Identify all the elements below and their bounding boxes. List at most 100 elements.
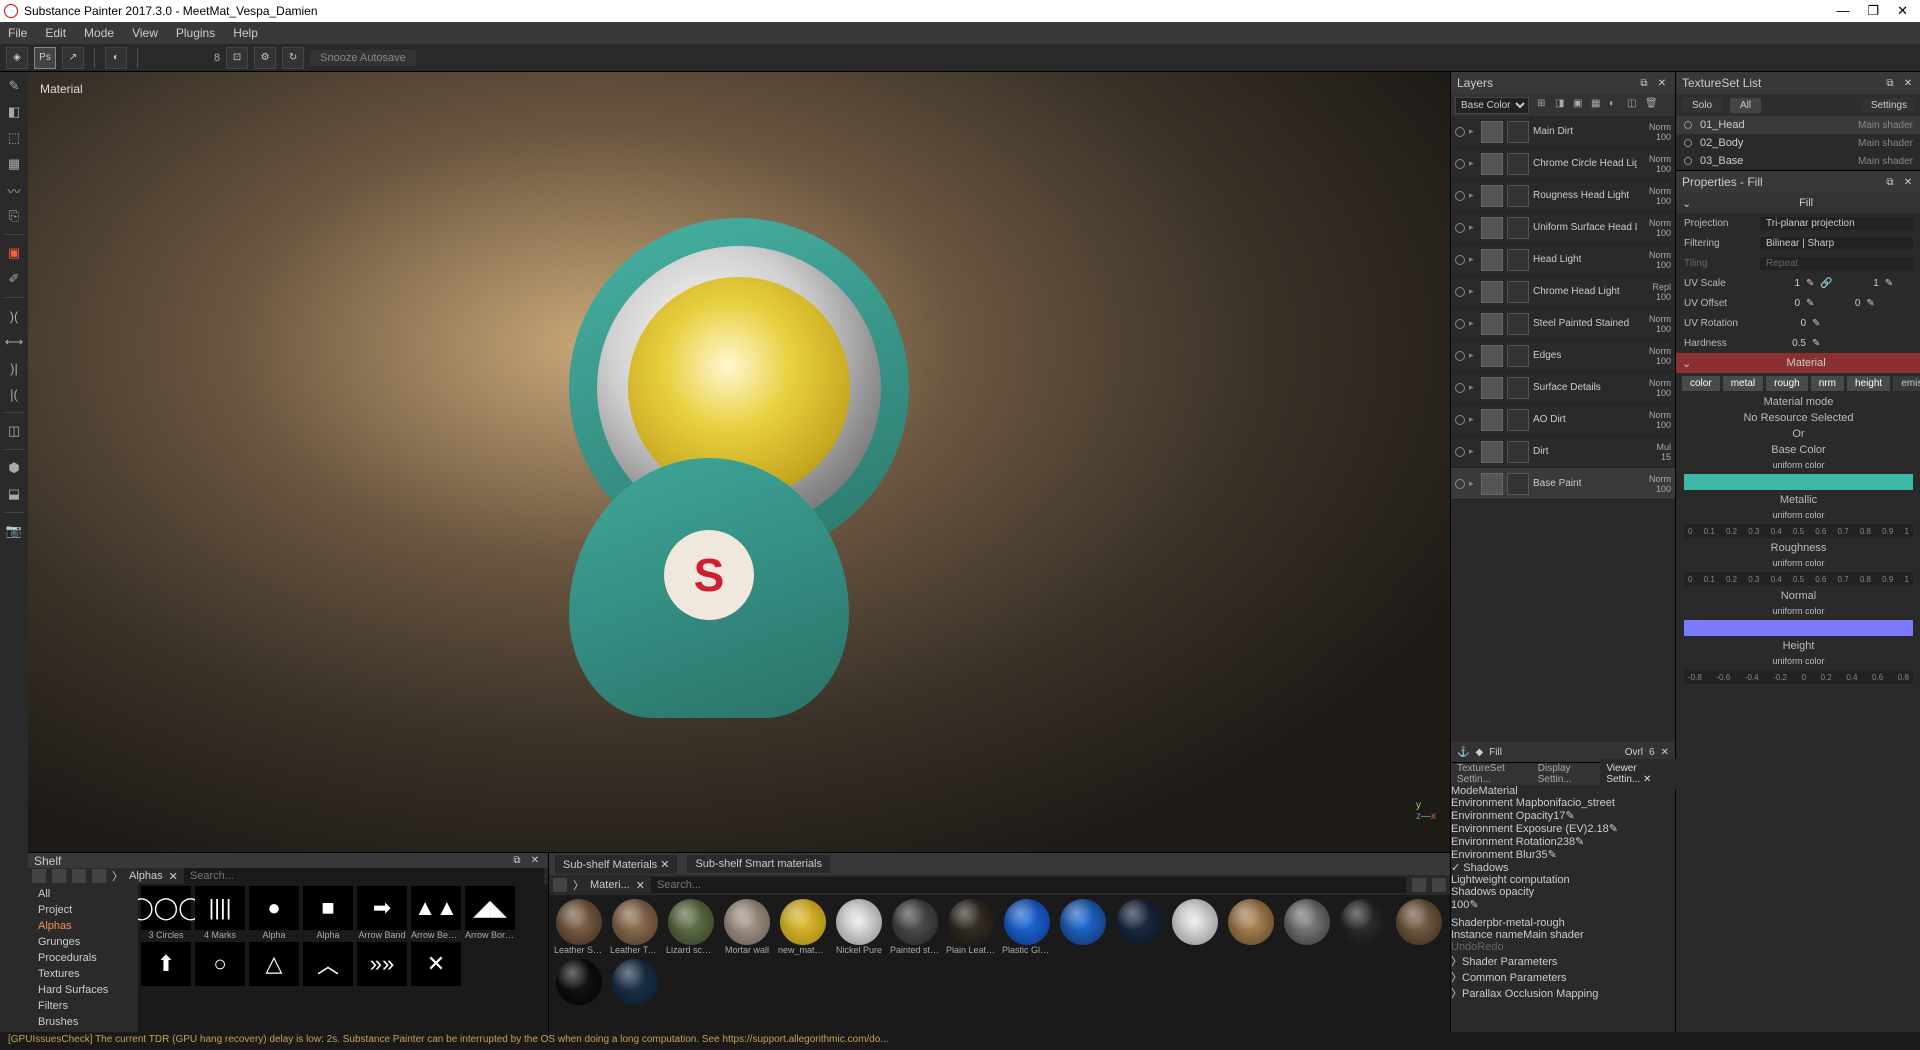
import-icon[interactable]	[1412, 878, 1426, 892]
visibility-icon[interactable]	[1455, 223, 1465, 233]
eraser-tool-icon[interactable]: ◧	[4, 102, 24, 122]
popout-icon[interactable]: ⧉	[510, 854, 524, 868]
material-item[interactable]: Mortar wall	[721, 899, 773, 955]
material-item[interactable]	[1113, 899, 1165, 955]
close-icon[interactable]: ✕	[1661, 747, 1669, 758]
filtering-select[interactable]: Bilinear | Sharp	[1760, 237, 1913, 250]
list-view-icon[interactable]	[52, 869, 66, 883]
layer-row[interactable]: ▸EdgesNorm100	[1451, 340, 1675, 372]
smudge-tool-icon[interactable]: 〰	[4, 180, 24, 200]
projection-tool-icon[interactable]: ⬚	[4, 128, 24, 148]
visibility-icon[interactable]	[1455, 351, 1465, 361]
visibility-icon[interactable]	[1455, 479, 1465, 489]
solo-button[interactable]: Solo	[1682, 98, 1722, 113]
popout-icon[interactable]: ⧉	[1883, 76, 1897, 90]
material-item[interactable]	[1225, 899, 1277, 955]
parallax-header[interactable]: 〉Parallax Occlusion Mapping	[1451, 985, 1676, 1001]
layer-row[interactable]: ▸Chrome Head LightRepl100	[1451, 276, 1675, 308]
clone-tool-icon[interactable]: ⎘	[4, 206, 24, 226]
add-layer-icon[interactable]: ◫	[1627, 98, 1641, 112]
tool-export-icon[interactable]: ↗	[62, 47, 84, 69]
export-icon[interactable]: ⬓	[4, 484, 24, 504]
material-item[interactable]: Nickel Pure	[833, 899, 885, 955]
alpha-item[interactable]: ||||4 Marks	[194, 886, 246, 940]
env-exposure-input[interactable]: 2.18	[1587, 823, 1608, 835]
material-item[interactable]: Lizard scales	[665, 899, 717, 955]
menu-help[interactable]: Help	[233, 26, 258, 40]
tool-photoshop-icon[interactable]: Ps	[34, 47, 56, 69]
options-icon[interactable]	[1432, 878, 1446, 892]
material-item[interactable]: Leather Soft...	[553, 899, 605, 955]
channel-select[interactable]: Base Color	[1455, 97, 1529, 114]
paint-tool-icon[interactable]: ✎	[4, 76, 24, 96]
shelf-cat-filters[interactable]: Filters	[28, 998, 138, 1014]
mirror-x-icon[interactable]: )|	[4, 358, 24, 378]
material-item[interactable]	[1337, 899, 1389, 955]
tab-subshelf-smart[interactable]: Sub-shelf Smart materials	[687, 855, 830, 873]
material-item[interactable]	[609, 959, 661, 1005]
normal-swatch[interactable]	[1684, 620, 1913, 636]
chip-metal[interactable]: metal	[1723, 376, 1763, 391]
popout-icon[interactable]: ⧉	[1637, 76, 1651, 90]
pencil-icon[interactable]: ✎	[1469, 899, 1478, 911]
material-item[interactable]: Painted steel	[889, 899, 941, 955]
metallic-slider[interactable]: 00.10.20.30.40.50.60.70.80.91	[1684, 524, 1913, 538]
pencil-icon[interactable]: ✎	[1575, 836, 1584, 848]
visibility-icon[interactable]	[1455, 287, 1465, 297]
clear-filter-icon[interactable]: ✕	[169, 870, 178, 883]
delete-layer-icon[interactable]: 🗑	[1645, 98, 1659, 112]
pencil-icon[interactable]: ✎	[1812, 318, 1820, 329]
pencil-icon[interactable]: ✎	[1812, 338, 1820, 349]
layer-row[interactable]: ▸Main DirtNorm100	[1451, 116, 1675, 148]
shelf-cat-textures[interactable]: Textures	[28, 966, 138, 982]
tab-subshelf-materials[interactable]: Sub-shelf Materials ✕	[555, 855, 677, 874]
menu-file[interactable]: File	[8, 26, 27, 40]
shelf-cat-procedurals[interactable]: Procedurals	[28, 950, 138, 966]
quick-mask-icon[interactable]: )(	[4, 306, 24, 326]
material-item[interactable]: new_materia...	[777, 899, 829, 955]
link-icon[interactable]: 🔗	[1820, 278, 1832, 289]
subshelf-search-input[interactable]	[651, 877, 1406, 893]
pencil-icon[interactable]: ✎	[1806, 278, 1814, 289]
close-icon[interactable]: ✕	[660, 859, 669, 871]
material-item[interactable]	[1057, 899, 1109, 955]
visibility-icon[interactable]	[1455, 447, 1465, 457]
viewport-3d[interactable]: Material S yz—x	[28, 72, 1450, 852]
chip-emiss[interactable]: emiss	[1893, 376, 1920, 391]
add-fill-icon[interactable]: ▦	[1591, 98, 1605, 112]
alpha-item[interactable]: ⬆	[140, 942, 192, 986]
close-icon[interactable]: ✕	[636, 879, 645, 892]
chip-nrm[interactable]: nrm	[1811, 376, 1844, 391]
visibility-icon[interactable]	[1455, 191, 1465, 201]
env-blur-input[interactable]: 35	[1535, 849, 1547, 861]
pencil-icon[interactable]: ✎	[1806, 298, 1814, 309]
alpha-item[interactable]: ︿	[302, 942, 354, 986]
material-section-header[interactable]: ⌄Material	[1676, 353, 1920, 373]
alpha-item[interactable]: ▲▲Arrow Bend ...	[410, 886, 462, 940]
alpha-item[interactable]: ➡Arrow Band	[356, 886, 408, 940]
detail-view-icon[interactable]	[72, 869, 86, 883]
alpha-item[interactable]: △	[248, 942, 300, 986]
shadows-checkbox[interactable]: ✓	[1451, 862, 1460, 874]
perspective-icon[interactable]: ◫	[4, 421, 24, 441]
filter-icon[interactable]	[92, 869, 106, 883]
undo-button[interactable]: Undo	[1451, 941, 1477, 953]
basecolor-swatch[interactable]	[1684, 474, 1913, 490]
material-item[interactable]: Leather Tou...	[609, 899, 661, 955]
uvscale-x[interactable]: 1	[1760, 278, 1800, 289]
layer-row[interactable]: ▸DirtMul15	[1451, 436, 1675, 468]
chip-color[interactable]: color	[1682, 376, 1720, 391]
menu-mode[interactable]: Mode	[84, 26, 114, 40]
close-button[interactable]: ✕	[1897, 3, 1908, 19]
material-item[interactable]: Plain Leather	[945, 899, 997, 955]
uvoffset-y[interactable]: 0	[1820, 298, 1860, 309]
pencil-icon[interactable]: ✎	[1885, 278, 1893, 289]
maximize-button[interactable]: ❐	[1867, 3, 1879, 19]
tool-substance-icon[interactable]: ◈	[6, 47, 28, 69]
visibility-icon[interactable]	[1455, 383, 1465, 393]
layer-row[interactable]: ▸Surface DetailsNorm100	[1451, 372, 1675, 404]
shelf-cat-all[interactable]: All	[28, 886, 138, 902]
fill-section-header[interactable]: ⌄Fill	[1676, 193, 1920, 213]
pencil-icon[interactable]: ✎	[1548, 849, 1557, 861]
layer-row[interactable]: ▸Head LightNorm100	[1451, 244, 1675, 276]
